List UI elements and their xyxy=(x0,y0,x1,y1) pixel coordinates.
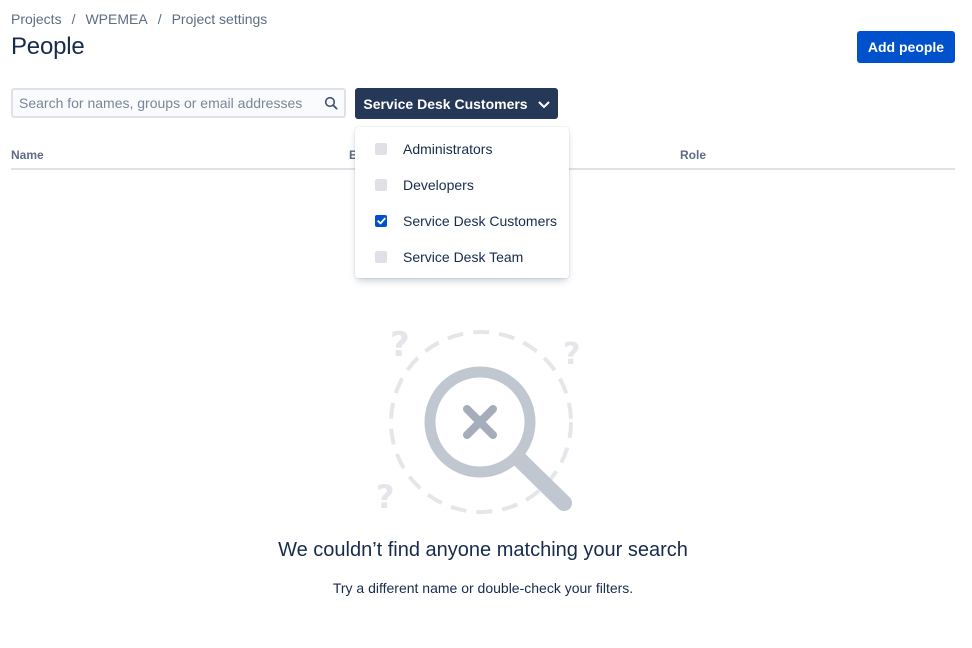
breadcrumb: Projects / WPEMEA / Project settings xyxy=(11,11,267,27)
role-filter-label: Service Desk Customers xyxy=(363,95,528,112)
breadcrumb-separator: / xyxy=(71,11,76,27)
role-option-service-desk-customers[interactable]: Service Desk Customers xyxy=(355,203,569,239)
breadcrumb-separator: / xyxy=(157,11,162,27)
role-option-service-desk-team[interactable]: Service Desk Team xyxy=(355,239,569,275)
checkbox[interactable] xyxy=(375,251,387,263)
search-field xyxy=(11,88,346,118)
role-option-label: Service Desk Customers xyxy=(403,213,558,229)
empty-state-title: We couldn’t find anyone matching your se… xyxy=(278,539,688,561)
role-option-label: Service Desk Team xyxy=(403,249,524,265)
column-header-name[interactable]: Name xyxy=(11,148,44,162)
page-title: People xyxy=(11,33,85,60)
checkbox[interactable] xyxy=(375,143,387,155)
role-option-administrators[interactable]: Administrators xyxy=(355,131,569,167)
checkbox-checked[interactable] xyxy=(375,215,387,227)
search-icon[interactable] xyxy=(318,90,344,116)
search-input[interactable] xyxy=(13,90,318,116)
breadcrumb-project-settings[interactable]: Project settings xyxy=(172,11,268,27)
svg-text:?: ? xyxy=(376,478,395,516)
role-option-developers[interactable]: Developers xyxy=(355,167,569,203)
role-option-label: Administrators xyxy=(403,141,493,157)
breadcrumb-projects[interactable]: Projects xyxy=(11,11,62,27)
add-people-button[interactable]: Add people xyxy=(857,31,955,63)
empty-state-subtitle: Try a different name or double-check you… xyxy=(332,580,634,596)
no-results-magnifier-icon: ? ? ? xyxy=(376,325,580,516)
chevron-down-icon xyxy=(538,96,550,112)
role-option-label: Developers xyxy=(403,177,474,193)
role-filter-dropdown: Administrators Developers Service Desk C… xyxy=(355,127,569,278)
role-filter-button[interactable]: Service Desk Customers xyxy=(355,88,558,119)
checkbox[interactable] xyxy=(375,179,387,191)
svg-text:?: ? xyxy=(390,325,410,365)
check-icon xyxy=(376,217,386,225)
svg-text:?: ? xyxy=(563,337,580,372)
column-header-role[interactable]: Role xyxy=(680,148,706,162)
breadcrumb-project[interactable]: WPEMEA xyxy=(85,11,147,27)
